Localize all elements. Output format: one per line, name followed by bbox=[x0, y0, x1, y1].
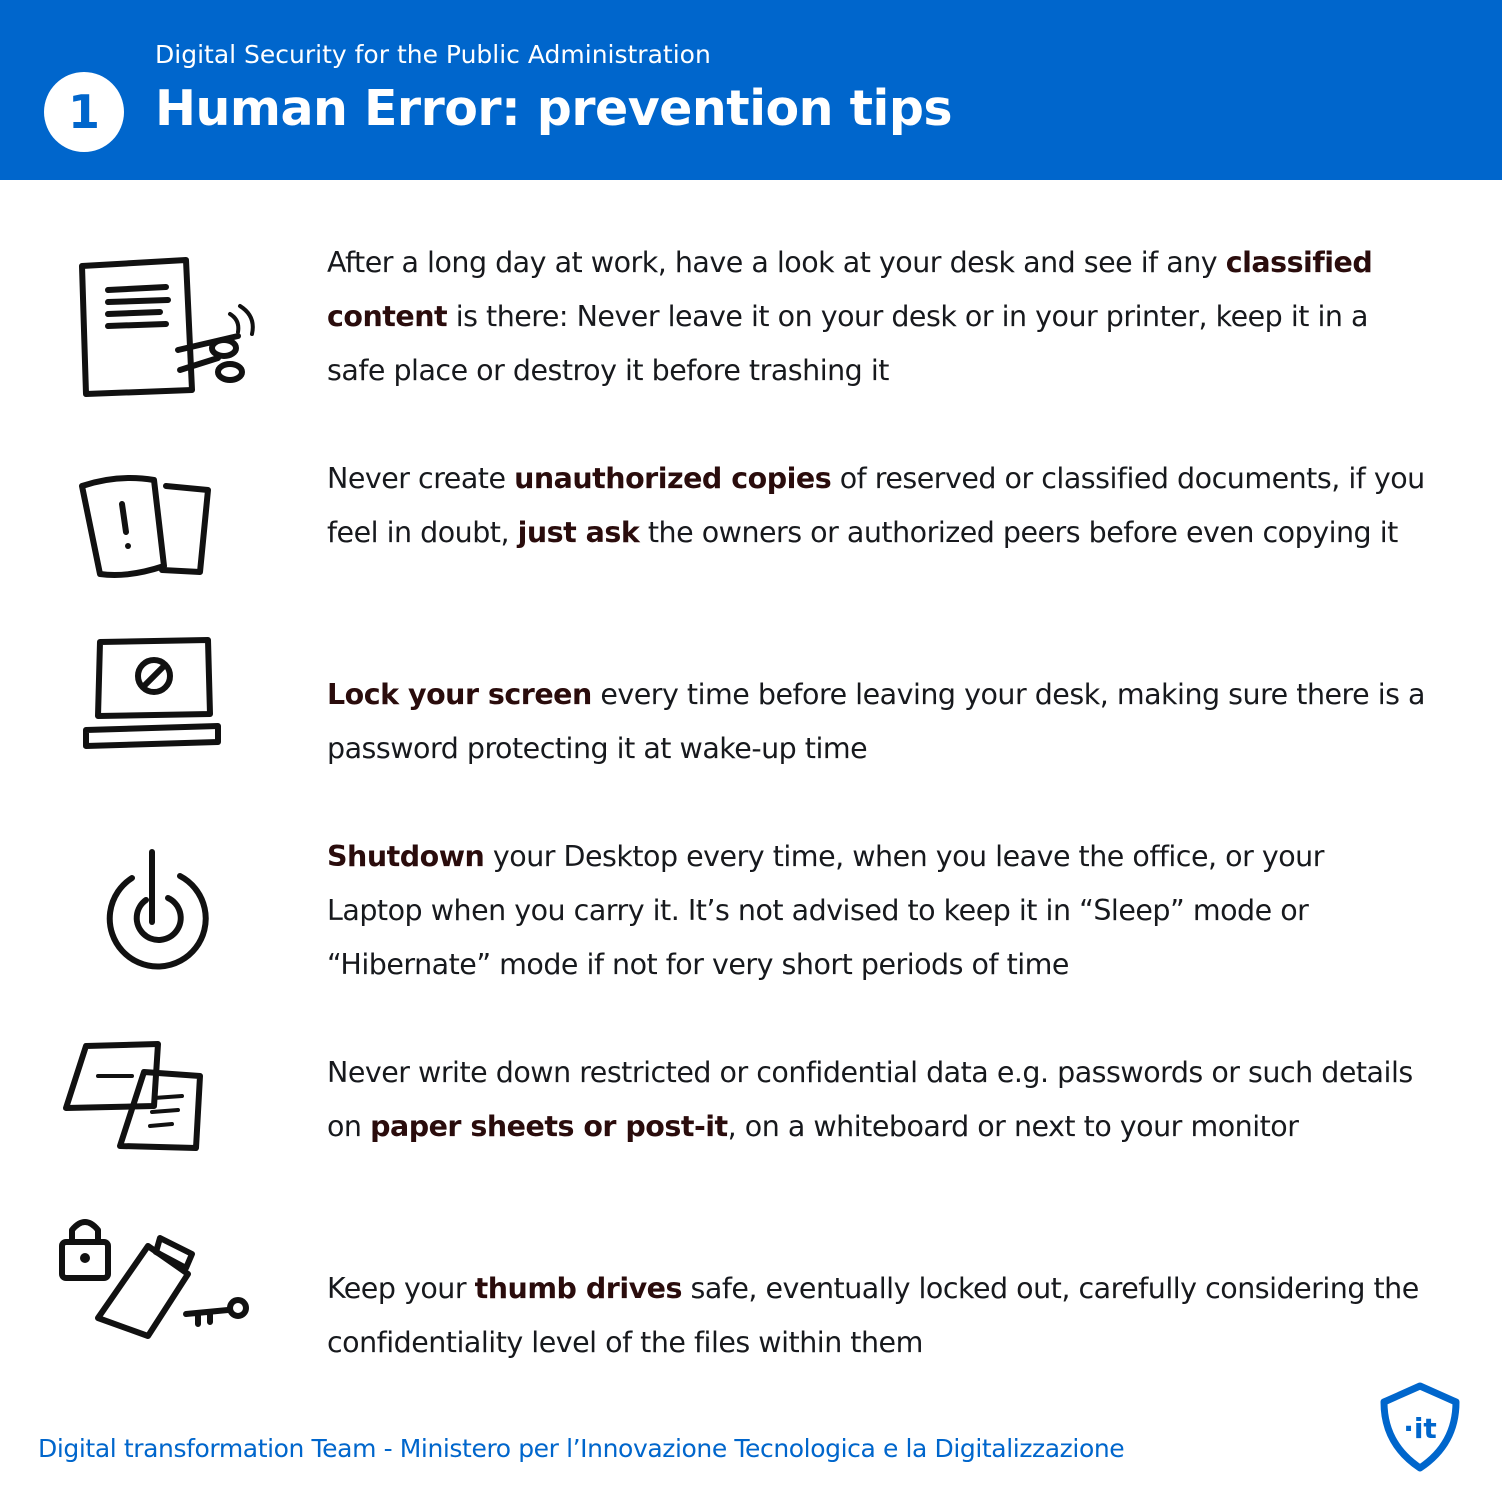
header-banner: 1 Digital Security for the Public Admini… bbox=[0, 0, 1502, 180]
tip-emphasis: paper sheets or post-it bbox=[370, 1110, 728, 1143]
tip-text-run: is there: Never leave it on your desk or… bbox=[327, 300, 1368, 387]
thumb-drive-lock-key-icon bbox=[52, 1210, 252, 1360]
svg-text:·it: ·it bbox=[1403, 1412, 1437, 1445]
tip-emphasis: thumb drives bbox=[474, 1272, 683, 1305]
tip-text-4: Shutdown your Desktop every time, when y… bbox=[327, 830, 1427, 992]
tip-emphasis: Lock your screen bbox=[327, 678, 592, 711]
power-icon bbox=[68, 838, 268, 988]
tip-text-run: Keep your bbox=[327, 1272, 475, 1305]
footer-credit: Digital transformation Team - Ministero … bbox=[38, 1434, 1125, 1463]
shredded-document-icon bbox=[68, 250, 268, 400]
tip-emphasis: unauthorized copies bbox=[514, 462, 832, 495]
tip-emphasis: just ask bbox=[517, 516, 640, 549]
tip-text-run: the owners or authorized peers before ev… bbox=[639, 516, 1398, 549]
post-it-notes-icon bbox=[58, 1036, 258, 1186]
section-number-badge: 1 bbox=[44, 72, 124, 152]
tip-text-1: After a long day at work, have a look at… bbox=[327, 236, 1427, 398]
tip-text-run: After a long day at work, have a look at… bbox=[327, 246, 1226, 279]
tip-text-run: Never create bbox=[327, 462, 515, 495]
shield-logo-icon: ·it bbox=[1378, 1382, 1462, 1472]
header-subtitle: Digital Security for the Public Administ… bbox=[155, 40, 711, 69]
tip-text-5: Never write down restricted or confident… bbox=[327, 1046, 1427, 1154]
page-title: Human Error: prevention tips bbox=[155, 80, 953, 137]
tip-text-6: Keep your thumb drives safe, eventually … bbox=[327, 1262, 1427, 1370]
tip-emphasis: Shutdown bbox=[327, 840, 485, 873]
document-copy-warning-icon bbox=[68, 468, 268, 618]
tip-text-run: , on a whiteboard or next to your monito… bbox=[727, 1110, 1299, 1143]
locked-laptop-icon bbox=[68, 630, 268, 780]
tip-text-2: Never create unauthorized copies of rese… bbox=[327, 452, 1427, 560]
tip-text-3: Lock your screen every time before leavi… bbox=[327, 668, 1427, 776]
